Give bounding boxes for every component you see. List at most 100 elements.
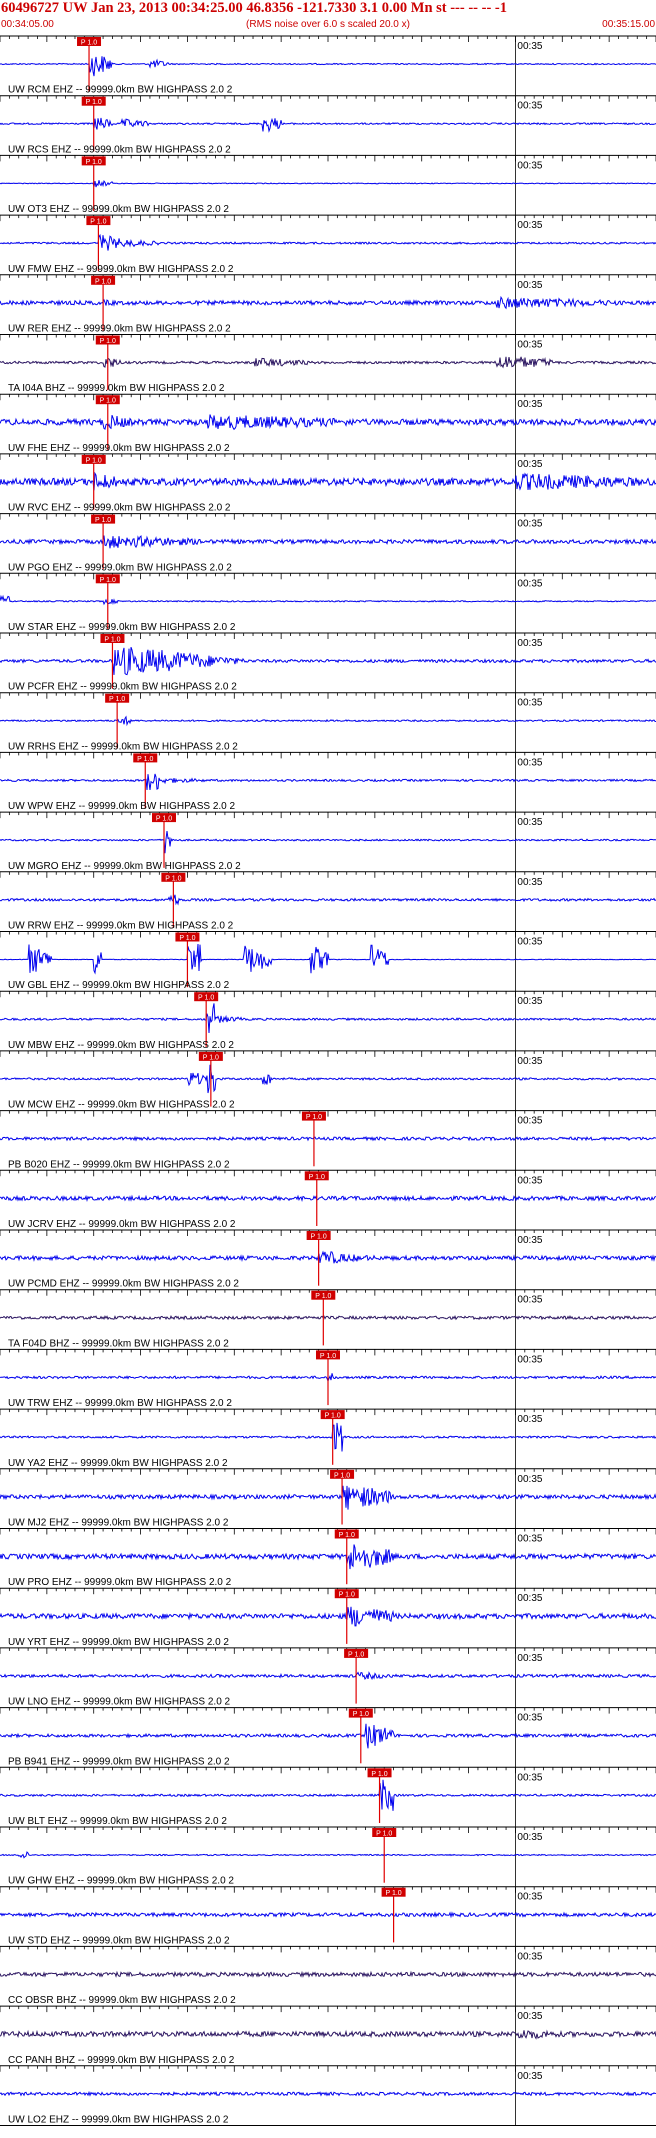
minute-marker-label: 00:35 xyxy=(517,2011,542,2022)
p-pick-label: P 1.0 xyxy=(95,517,111,524)
waveform xyxy=(0,1544,656,1570)
p-pick-label: P 1.0 xyxy=(353,1711,369,1718)
station-label: UW OT3 EHZ -- 99999.0km BW HIGHPASS 2.0 … xyxy=(8,204,229,215)
waveform xyxy=(0,2090,656,2097)
seismogram-plot: 00:35 P 1.0 UW RCM EHZ -- 99999.0km BW HIG… xyxy=(0,35,656,2126)
trace-row: 00:35 UW LO2 EHZ -- 99999.0km BW HIGHPASS… xyxy=(0,2065,656,2126)
waveform xyxy=(0,1485,656,1510)
waveform xyxy=(0,1314,656,1321)
station-label: UW GBL EHZ -- 99999.0km BW HIGHPASS 2.0 … xyxy=(8,980,230,991)
minute-marker-label: 00:35 xyxy=(517,459,542,470)
minute-marker-label: 00:35 xyxy=(517,519,542,530)
p-pick-label: P 1.0 xyxy=(311,1234,327,1241)
waveform xyxy=(0,179,656,188)
minute-marker-label: 00:35 xyxy=(517,101,542,112)
p-pick-label: P 1.0 xyxy=(309,1174,325,1181)
trace-row: 00:35 P 1.0 TA I04A BHZ -- 99999.0km BW HI… xyxy=(0,334,656,395)
trace-row: 00:35 P 1.0 UW RCS EHZ -- 99999.0km BW HIG… xyxy=(0,95,656,156)
trace-row: 00:35 P 1.0 UW TRW EHZ -- 99999.0km BW HIG… xyxy=(0,1348,656,1410)
waveform xyxy=(0,715,656,727)
p-pick-label: P 1.0 xyxy=(315,1293,331,1300)
minute-marker-label: 00:35 xyxy=(517,996,542,1007)
trace-row: 00:35 P 1.0 PB B020 EHZ -- 99999.0km BW HI… xyxy=(0,1110,656,1171)
waveform xyxy=(0,535,656,549)
station-label: CC PANH BHZ -- 99999.0km BW HIGHPASS 2.0… xyxy=(8,2055,235,2066)
waveform xyxy=(0,295,656,310)
trace-row: 00:35 P 1.0 UW MBW EHZ -- 99999.0km BW HIG… xyxy=(0,990,656,1051)
waveform xyxy=(0,1911,656,1919)
station-label: UW LO2 EHZ -- 99999.0km BW HIGHPASS 2.0 … xyxy=(8,2115,229,2126)
trace-row: 00:35 P 1.0 UW OT3 EHZ -- 99999.0km BW HIG… xyxy=(0,154,656,216)
p-pick-label: P 1.0 xyxy=(86,457,102,464)
p-pick-label: P 1.0 xyxy=(385,1890,401,1897)
minute-marker-label: 00:35 xyxy=(517,1235,542,1246)
p-pick-label: P 1.0 xyxy=(179,935,195,942)
station-label: UW STD EHZ -- 99999.0km BW HIGHPASS 2.0 … xyxy=(8,1935,230,1946)
minute-marker-label: 00:35 xyxy=(517,1772,542,1783)
minute-marker-label: 00:35 xyxy=(517,340,542,351)
p-pick-label: P 1.0 xyxy=(100,398,116,405)
rms-noise-note: (RMS noise over 6.0 s scaled 20.0 x) xyxy=(246,19,410,30)
p-pick-label: P 1.0 xyxy=(156,816,172,823)
waveform xyxy=(0,1779,656,1811)
p-pick-label: P 1.0 xyxy=(334,1472,350,1479)
trace-row: 00:35 P 1.0 UW STAR EHZ -- 99999.0km BW HI… xyxy=(0,572,656,633)
waveform xyxy=(0,1250,656,1264)
station-label: UW MBW EHZ -- 99999.0km BW HIGHPASS 2.0 … xyxy=(8,1040,234,1051)
minute-marker-label: 00:35 xyxy=(517,1832,542,1843)
station-label: UW PCMD EHZ -- 99999.0km BW HIGHPASS 2.0… xyxy=(8,1279,239,1290)
station-label: UW BLT EHZ -- 99999.0km BW HIGHPASS 2.0 … xyxy=(8,1816,227,1827)
minute-marker-label: 00:35 xyxy=(517,41,542,52)
trace-row: 00:35 P 1.0 UW LNO EHZ -- 99999.0km BW HIG… xyxy=(0,1647,656,1708)
trace-row: 00:35 P 1.0 UW STD EHZ -- 99999.0km BW HIG… xyxy=(0,1886,656,1947)
trace-row: 00:35 P 1.0 UW YA2 EHZ -- 99999.0km BW HIG… xyxy=(0,1408,656,1469)
minute-marker-label: 00:35 xyxy=(517,1534,542,1545)
station-label: UW MJ2 EHZ -- 99999.0km BW HIGHPASS 2.0 … xyxy=(8,1518,229,1529)
trace-row: 00:35 P 1.0 UW MCW EHZ -- 99999.0km BW HIG… xyxy=(0,1050,656,1111)
trace-row: 00:35 CC PANH BHZ -- 99999.0km BW HIGHPAS… xyxy=(0,2005,656,2066)
trace-row: 00:35 P 1.0 UW WPW EHZ -- 99999.0km BW HIG… xyxy=(0,751,656,813)
minute-marker-label: 00:35 xyxy=(517,1653,542,1664)
minute-marker-label: 00:35 xyxy=(517,757,542,768)
station-label: UW MGRO EHZ -- 99999.0km BW HIGHPASS 2.0… xyxy=(8,861,241,872)
station-label: PB B020 EHZ -- 99999.0km BW HIGHPASS 2.0… xyxy=(8,1159,230,1170)
station-label: UW TRW EHZ -- 99999.0km BW HIGHPASS 2.0 … xyxy=(8,1398,232,1409)
waveform xyxy=(0,1194,656,1203)
station-label: UW PRO EHZ -- 99999.0km BW HIGHPASS 2.0 … xyxy=(8,1577,232,1588)
waveform xyxy=(0,56,656,77)
minute-marker-label: 00:35 xyxy=(517,1474,542,1485)
station-label: UW RRW EHZ -- 99999.0km BW HIGHPASS 2.0 … xyxy=(8,921,234,932)
station-label: UW YRT EHZ -- 99999.0km BW HIGHPASS 2.0 … xyxy=(8,1637,229,1648)
minute-marker-label: 00:35 xyxy=(517,1951,542,1962)
p-pick-label: P 1.0 xyxy=(339,1532,355,1539)
station-label: UW RCS EHZ -- 99999.0km BW HIGHPASS 2.0 … xyxy=(8,144,231,155)
minute-marker-label: 00:35 xyxy=(517,638,542,649)
waveform xyxy=(0,1422,656,1452)
waveform xyxy=(0,943,656,975)
trace-row: 00:35 P 1.0 UW FHE EHZ -- 99999.0km BW HIG… xyxy=(0,393,656,454)
minute-marker-label: 00:35 xyxy=(517,877,542,888)
waveform xyxy=(0,1003,656,1034)
minute-marker-label: 00:35 xyxy=(517,1713,542,1724)
waveform xyxy=(0,1606,656,1627)
p-pick-label: P 1.0 xyxy=(203,1054,219,1061)
minute-marker-label: 00:35 xyxy=(517,399,542,410)
waveform xyxy=(0,414,656,431)
station-label: UW FMW EHZ -- 99999.0km BW HIGHPASS 2.0 … xyxy=(8,264,234,275)
waveform xyxy=(0,1851,656,1859)
trace-row: 00:35 P 1.0 UW FMW EHZ -- 99999.0km BW HIG… xyxy=(0,214,656,275)
window-end-time: 00:35:15.00 xyxy=(602,19,655,30)
trace-row: 00:35 P 1.0 UW PCFR EHZ -- 99999.0km BW HI… xyxy=(0,632,656,693)
minute-marker-label: 00:35 xyxy=(517,1354,542,1365)
p-pick-label: P 1.0 xyxy=(348,1651,364,1658)
trace-row: 00:35 CC OBSR BHZ -- 99999.0km BW HIGHPAS… xyxy=(0,1945,656,2007)
p-pick-label: P 1.0 xyxy=(109,696,125,703)
waveform xyxy=(0,471,656,491)
p-pick-label: P 1.0 xyxy=(339,1592,355,1599)
waveform xyxy=(0,1064,656,1094)
p-pick-label: P 1.0 xyxy=(100,338,116,345)
station-label: UW RER EHZ -- 99999.0km BW HIGHPASS 2.0 … xyxy=(8,324,231,335)
trace-row: 00:35 P 1.0 UW BLT EHZ -- 99999.0km BW HIG… xyxy=(0,1766,656,1827)
minute-marker-label: 00:35 xyxy=(517,698,542,709)
minute-marker-label: 00:35 xyxy=(517,220,542,231)
